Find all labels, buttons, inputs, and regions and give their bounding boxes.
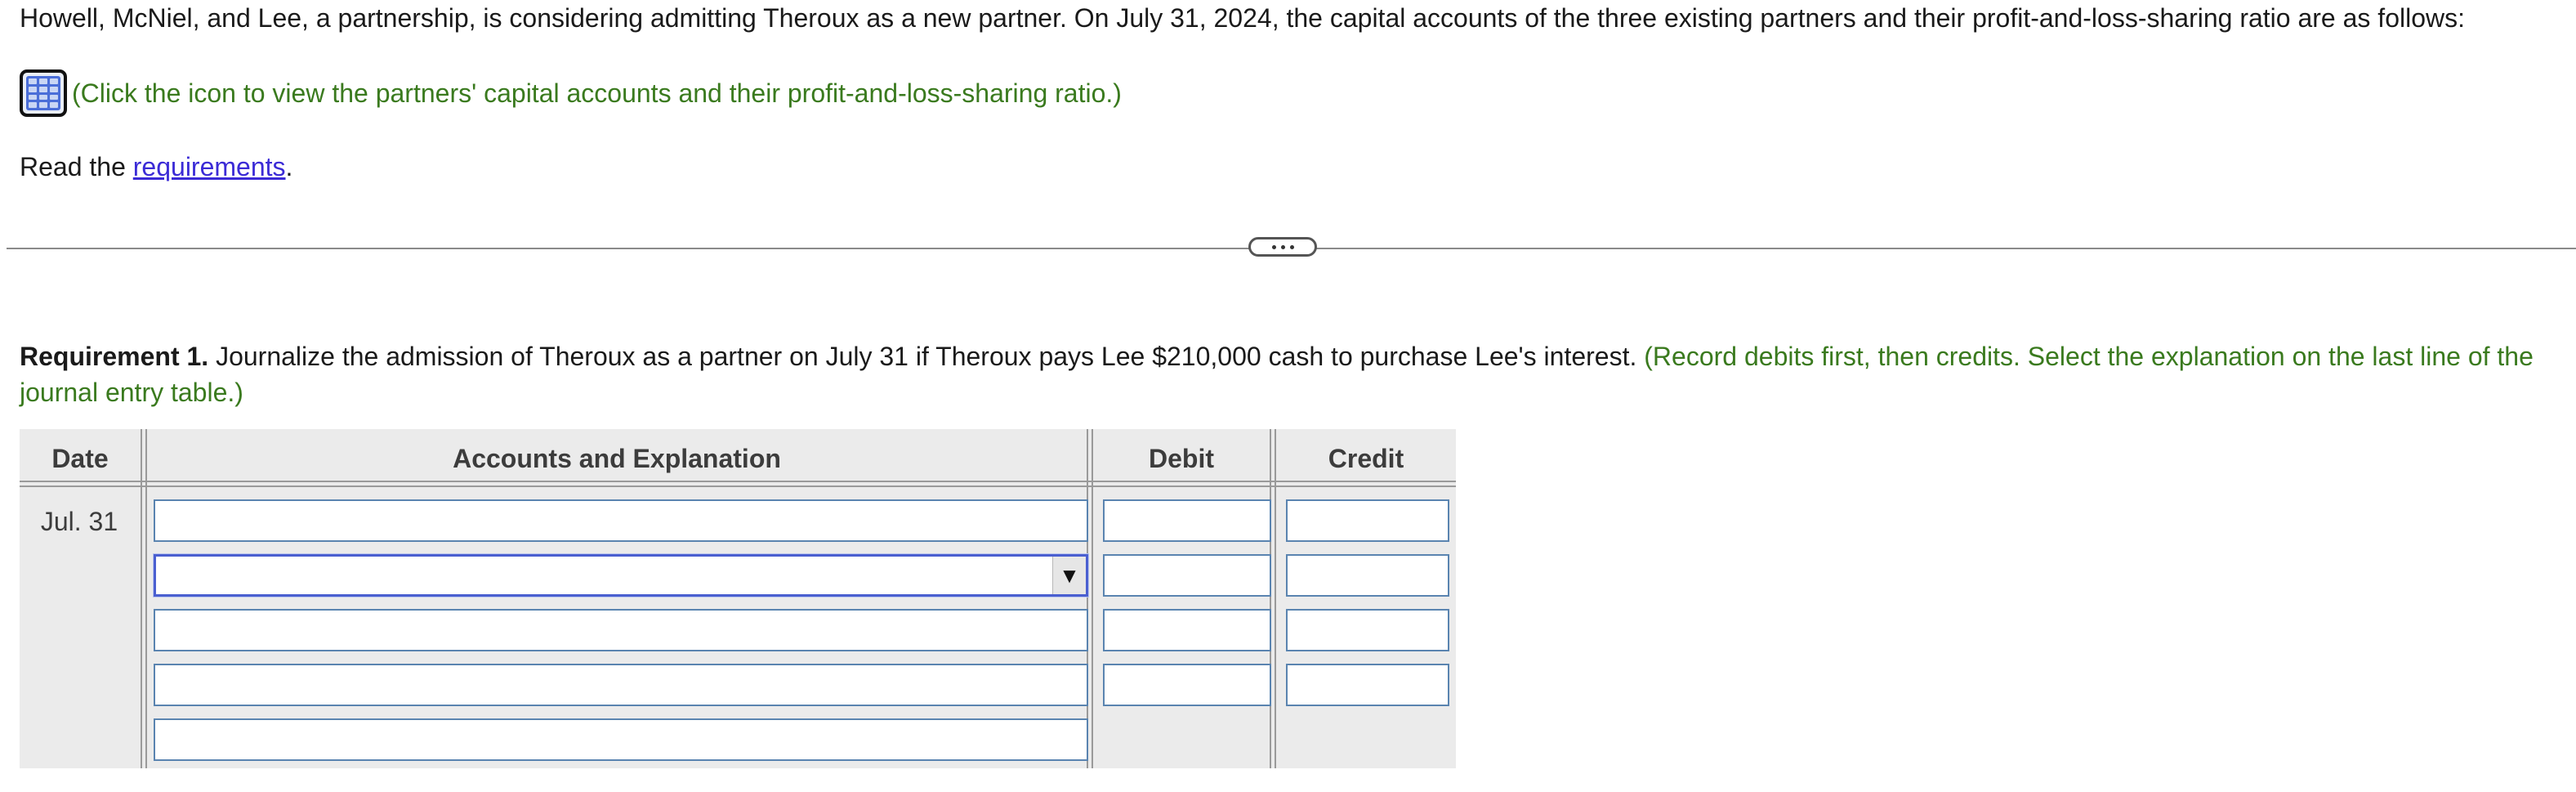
header-credit: Credit [1328, 444, 1404, 473]
debit-field-1[interactable] [1103, 499, 1271, 542]
header-divider [20, 481, 1456, 482]
account-dropdown-2[interactable]: ▼ [154, 554, 1088, 597]
table-grid-icon[interactable] [20, 69, 67, 117]
header-divider [20, 485, 1456, 487]
account-field-3[interactable] [154, 609, 1088, 651]
journal-entry-table: Date Accounts and Explanation Debit Cred… [20, 429, 1456, 768]
read-suffix: . [285, 152, 293, 181]
chevron-down-icon[interactable]: ▼ [1052, 557, 1086, 594]
problem-intro: Howell, McNiel, and Lee, a partnership, … [20, 3, 2465, 33]
read-prefix: Read the [20, 152, 133, 181]
requirement-1-text: Requirement 1. Journalize the admission … [20, 338, 2560, 410]
entry-date: Jul. 31 [40, 507, 118, 536]
credit-field-2[interactable] [1286, 554, 1449, 597]
header-accounts: Accounts and Explanation [453, 444, 781, 473]
requirements-link[interactable]: requirements [133, 152, 286, 181]
expand-toggle-button[interactable] [1248, 237, 1317, 257]
header-debit: Debit [1149, 444, 1214, 473]
explanation-field[interactable] [154, 718, 1088, 761]
debit-field-2[interactable] [1103, 554, 1271, 597]
ellipsis-dot-icon [1280, 244, 1285, 249]
debit-field-4[interactable] [1103, 664, 1271, 706]
credit-field-1[interactable] [1286, 499, 1449, 542]
requirement-body: Journalize the admission of Theroux as a… [208, 342, 1645, 371]
credit-field-4[interactable] [1286, 664, 1449, 706]
header-date: Date [51, 444, 109, 473]
credit-field-3[interactable] [1286, 609, 1449, 651]
data-link-row: (Click the icon to view the partners' ca… [20, 67, 1122, 119]
ellipsis-dot-icon [1271, 244, 1276, 249]
account-field-4[interactable] [154, 664, 1088, 706]
requirement-label: Requirement 1. [20, 342, 209, 371]
account-field-1[interactable] [154, 499, 1088, 542]
read-requirements-line: Read the requirements. [20, 149, 292, 185]
ellipsis-dot-icon [1289, 244, 1294, 249]
debit-field-3[interactable] [1103, 609, 1271, 651]
data-link-text: (Click the icon to view the partners' ca… [72, 78, 1122, 108]
